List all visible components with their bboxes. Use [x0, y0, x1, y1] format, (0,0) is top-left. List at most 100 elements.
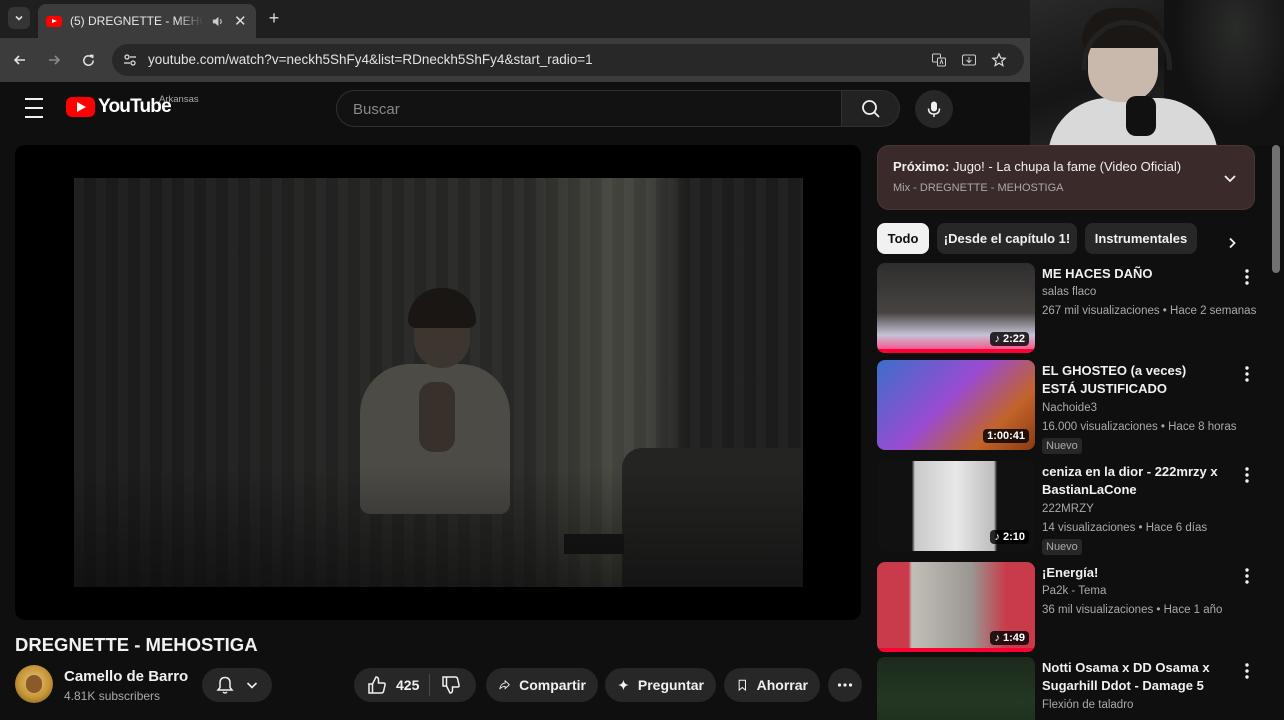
video-thumbnail[interactable]: [877, 657, 1035, 720]
recommended-video[interactable]: ♪ 2:10 ceniza en la dior - 222mrzy x Bast…: [877, 461, 1257, 555]
new-badge: Nuevo: [1042, 438, 1082, 454]
like-dislike-group: 425: [354, 668, 476, 702]
channel-name[interactable]: Camello de Barro: [64, 668, 188, 685]
chips-next-button[interactable]: [1222, 233, 1242, 253]
more-horizontal-icon: [837, 683, 853, 687]
more-vertical-icon[interactable]: [1239, 267, 1255, 287]
close-tab-icon[interactable]: ✕: [233, 13, 248, 30]
watch-progress: [877, 349, 1035, 353]
more-vertical-icon[interactable]: [1239, 364, 1255, 384]
reload-button[interactable]: [76, 48, 100, 72]
video-title[interactable]: ¡Energía!: [1042, 564, 1218, 582]
back-button[interactable]: [8, 48, 32, 72]
translate-icon[interactable]: [930, 51, 948, 69]
channel-name[interactable]: 222MRZY: [1042, 503, 1094, 515]
install-app-icon[interactable]: [960, 51, 978, 69]
video-thumbnail[interactable]: ♪ 2:10: [877, 461, 1035, 551]
ask-label: Preguntar: [637, 677, 704, 693]
chip-from-chapter-1[interactable]: ¡Desde el capítulo 1!: [937, 223, 1077, 254]
share-icon: [499, 679, 510, 690]
channel-name[interactable]: Nachoide3: [1042, 402, 1097, 414]
youtube-play-logo-icon: [66, 97, 95, 117]
more-vertical-icon[interactable]: [1239, 465, 1255, 485]
sparkle-icon: [618, 679, 629, 691]
music-note-icon: ♪: [994, 531, 1000, 543]
share-button[interactable]: Compartir: [486, 668, 598, 702]
site-settings-icon[interactable]: [122, 52, 138, 68]
search-input[interactable]: Buscar: [336, 90, 842, 127]
arrow-left-icon: [13, 55, 25, 65]
browser-toolbar: youtube.com/watch?v=neckh5ShFy4&list=RDn…: [0, 38, 1030, 82]
channel-name[interactable]: salas flaco: [1042, 286, 1096, 298]
video-duration: ♪ 1:49: [990, 631, 1029, 645]
expand-playlist-button[interactable]: [1220, 168, 1240, 188]
video-meta: 16.000 visualizaciones • Hace 8 horas: [1042, 421, 1237, 433]
country-code: Arkansas: [159, 94, 199, 105]
video-player[interactable]: [15, 145, 861, 620]
recommended-video[interactable]: Notti Osama x DD Osama x Sugarhill Ddot …: [877, 657, 1257, 720]
up-next-video-title: Jugo! - La chupa la fame (Video Oficial): [952, 159, 1182, 174]
like-icon[interactable]: [366, 674, 388, 696]
channel-avatar[interactable]: [15, 665, 53, 703]
video-title: DREGNETTE - MEHOSTIGA: [15, 634, 258, 655]
more-actions-button[interactable]: [828, 668, 862, 702]
reload-icon: [82, 54, 94, 66]
share-label: Compartir: [519, 677, 586, 693]
watch-progress: [877, 648, 1035, 652]
chip-instrumentals[interactable]: Instrumentales: [1085, 223, 1197, 254]
tab-search-button[interactable]: [8, 7, 30, 29]
dislike-icon[interactable]: [440, 674, 462, 696]
up-next-prefix: Próximo:: [893, 159, 950, 174]
channel-name[interactable]: Flexión de taladro: [1042, 699, 1133, 711]
forward-button[interactable]: [42, 48, 66, 72]
video-title[interactable]: ceniza en la dior - 222mrzy x BastianLaC…: [1042, 463, 1218, 499]
recommended-video[interactable]: ♪ 1:49 ¡Energía! Pa2k - Tema 36 mil visua…: [877, 562, 1257, 654]
video-thumbnail[interactable]: ♪ 1:49: [877, 562, 1035, 652]
chevron-right-icon: [1229, 237, 1236, 249]
save-label: Ahorrar: [756, 677, 808, 693]
ask-button[interactable]: Preguntar: [605, 668, 716, 702]
bookmark-star-icon[interactable]: [990, 51, 1008, 69]
chevron-down-icon: [1224, 175, 1236, 183]
video-frame: [74, 178, 803, 587]
video-title[interactable]: ME HACES DAÑO: [1042, 265, 1218, 283]
up-next-subtitle: Mix - DREGNETTE - MEHOSTIGA: [893, 182, 1064, 194]
voice-search-button[interactable]: [915, 90, 953, 128]
new-badge: Nuevo: [1042, 539, 1082, 555]
sidebar-scrollbar[interactable]: [1272, 145, 1280, 273]
youtube-header: YouTube Arkansas Buscar: [0, 82, 1284, 134]
more-vertical-icon[interactable]: [1239, 661, 1255, 681]
recommended-video[interactable]: ♪ 2:22 ME HACES DAÑO salas flaco 267 mil …: [877, 263, 1257, 355]
browser-tab[interactable]: (5) DREGNETTE - MEHOSTIGA ✕: [38, 4, 256, 38]
speaker-icon[interactable]: [211, 14, 225, 28]
search-button[interactable]: [842, 90, 900, 127]
chip-all[interactable]: Todo: [877, 223, 929, 254]
address-bar[interactable]: youtube.com/watch?v=neckh5ShFy4&list=RDn…: [112, 44, 1024, 76]
youtube-logo[interactable]: YouTube: [66, 96, 172, 118]
up-next-panel[interactable]: Próximo: Jugo! - La chupa la fame (Video…: [877, 145, 1255, 210]
video-duration: ♪ 2:22: [990, 332, 1029, 346]
video-thumbnail[interactable]: ♪ 2:22: [877, 263, 1035, 353]
video-meta: 36 mil visualizaciones • Hace 1 año: [1042, 604, 1223, 616]
new-tab-button[interactable]: +: [264, 8, 284, 28]
subscriber-count: 4.81K subscribers: [64, 689, 161, 703]
video-thumbnail[interactable]: 1:00:41: [877, 360, 1035, 450]
menu-icon[interactable]: [22, 98, 46, 118]
notification-button[interactable]: [202, 668, 272, 702]
more-vertical-icon[interactable]: [1239, 566, 1255, 586]
microphone-icon: [927, 101, 941, 117]
like-count[interactable]: 425: [396, 677, 419, 693]
url-text: youtube.com/watch?v=neckh5ShFy4&list=RDn…: [148, 52, 593, 67]
bookmark-icon: [738, 679, 746, 692]
save-button[interactable]: Ahorrar: [724, 668, 820, 702]
music-note-icon: ♪: [994, 333, 1000, 345]
video-meta: 14 visualizaciones • Hace 6 días: [1042, 522, 1208, 534]
video-title[interactable]: EL GHOSTEO (a veces) ESTÁ JUSTIFICADO: [1042, 362, 1218, 398]
video-title[interactable]: Notti Osama x DD Osama x Sugarhill Ddot …: [1042, 659, 1218, 697]
chevron-down-icon: [246, 682, 258, 689]
channel-name[interactable]: Pa2k - Tema: [1042, 585, 1106, 597]
tab-title: (5) DREGNETTE - MEHOSTIGA: [70, 14, 203, 28]
chevron-down-icon: [15, 15, 23, 21]
browser-tab-strip: (5) DREGNETTE - MEHOSTIGA ✕ +: [0, 0, 1030, 38]
recommended-video[interactable]: 1:00:41 EL GHOSTEO (a veces) ESTÁ JUSTIF…: [877, 360, 1257, 454]
